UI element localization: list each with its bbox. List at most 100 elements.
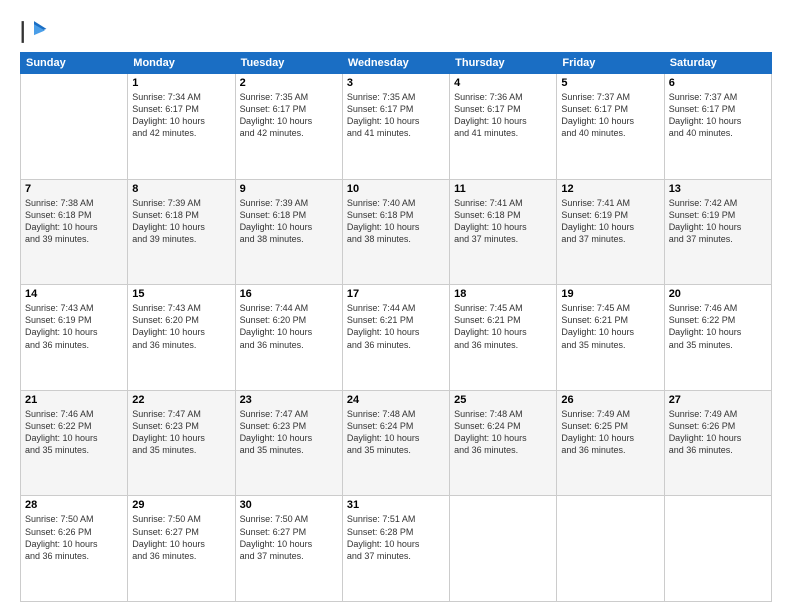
day-number: 25 [454,394,552,406]
day-cell: 22 Sunrise: 7:47 AM Sunset: 6:23 PM Dayli… [128,390,235,496]
day-info: Sunrise: 7:37 AM Sunset: 6:17 PM Dayligh… [561,91,659,140]
day-number: 10 [347,183,445,195]
day-cell: 30 Sunrise: 7:50 AM Sunset: 6:27 PM Dayli… [235,496,342,602]
day-cell: 29 Sunrise: 7:50 AM Sunset: 6:27 PM Dayli… [128,496,235,602]
day-number: 14 [25,288,123,300]
day-number: 17 [347,288,445,300]
day-info: Sunrise: 7:41 AM Sunset: 6:18 PM Dayligh… [454,197,552,246]
logo [20,18,52,46]
day-info: Sunrise: 7:36 AM Sunset: 6:17 PM Dayligh… [454,91,552,140]
day-info: Sunrise: 7:44 AM Sunset: 6:21 PM Dayligh… [347,302,445,351]
day-cell: 25 Sunrise: 7:48 AM Sunset: 6:24 PM Dayli… [450,390,557,496]
day-cell: 2 Sunrise: 7:35 AM Sunset: 6:17 PM Daylig… [235,74,342,180]
day-info: Sunrise: 7:40 AM Sunset: 6:18 PM Dayligh… [347,197,445,246]
day-number: 30 [240,499,338,511]
day-info: Sunrise: 7:44 AM Sunset: 6:20 PM Dayligh… [240,302,338,351]
week-row: 21 Sunrise: 7:46 AM Sunset: 6:22 PM Dayli… [21,390,772,496]
day-info: Sunrise: 7:50 AM Sunset: 6:27 PM Dayligh… [240,513,338,562]
day-cell: 9 Sunrise: 7:39 AM Sunset: 6:18 PM Daylig… [235,179,342,285]
logo-icon [20,18,48,46]
day-cell: 15 Sunrise: 7:43 AM Sunset: 6:20 PM Dayli… [128,285,235,391]
week-row: 14 Sunrise: 7:43 AM Sunset: 6:19 PM Dayli… [21,285,772,391]
week-row: 7 Sunrise: 7:38 AM Sunset: 6:18 PM Daylig… [21,179,772,285]
day-cell: 13 Sunrise: 7:42 AM Sunset: 6:19 PM Dayli… [664,179,771,285]
day-info: Sunrise: 7:49 AM Sunset: 6:26 PM Dayligh… [669,408,767,457]
day-cell [21,74,128,180]
day-number: 21 [25,394,123,406]
day-info: Sunrise: 7:47 AM Sunset: 6:23 PM Dayligh… [240,408,338,457]
day-header: Wednesday [342,53,449,74]
day-info: Sunrise: 7:43 AM Sunset: 6:20 PM Dayligh… [132,302,230,351]
day-info: Sunrise: 7:45 AM Sunset: 6:21 PM Dayligh… [561,302,659,351]
week-row: 1Sunrise: 7:34 AM Sunset: 6:17 PM Daylig… [21,74,772,180]
day-info: Sunrise: 7:51 AM Sunset: 6:28 PM Dayligh… [347,513,445,562]
day-cell [557,496,664,602]
day-number: 5 [561,77,659,89]
day-cell: 3 Sunrise: 7:35 AM Sunset: 6:17 PM Daylig… [342,74,449,180]
day-info: Sunrise: 7:38 AM Sunset: 6:18 PM Dayligh… [25,197,123,246]
day-cell: 7 Sunrise: 7:38 AM Sunset: 6:18 PM Daylig… [21,179,128,285]
day-cell: 31 Sunrise: 7:51 AM Sunset: 6:28 PM Dayli… [342,496,449,602]
day-number: 24 [347,394,445,406]
day-cell: 16Sunrise: 7:44 AM Sunset: 6:20 PM Dayli… [235,285,342,391]
day-info: Sunrise: 7:50 AM Sunset: 6:26 PM Dayligh… [25,513,123,562]
day-number: 29 [132,499,230,511]
day-info: Sunrise: 7:35 AM Sunset: 6:17 PM Dayligh… [240,91,338,140]
day-header: Sunday [21,53,128,74]
day-number: 12 [561,183,659,195]
day-info: Sunrise: 7:48 AM Sunset: 6:24 PM Dayligh… [347,408,445,457]
day-cell: 24 Sunrise: 7:48 AM Sunset: 6:24 PM Dayli… [342,390,449,496]
day-number: 18 [454,288,552,300]
day-number: 20 [669,288,767,300]
day-info: Sunrise: 7:37 AM Sunset: 6:17 PM Dayligh… [669,91,767,140]
day-number: 15 [132,288,230,300]
day-header: Monday [128,53,235,74]
day-cell: 17 Sunrise: 7:44 AM Sunset: 6:21 PM Dayli… [342,285,449,391]
day-number: 4 [454,77,552,89]
day-info: Sunrise: 7:46 AM Sunset: 6:22 PM Dayligh… [669,302,767,351]
day-info: Sunrise: 7:49 AM Sunset: 6:25 PM Dayligh… [561,408,659,457]
day-number: 28 [25,499,123,511]
day-number: 27 [669,394,767,406]
day-info: Sunrise: 7:39 AM Sunset: 6:18 PM Dayligh… [240,197,338,246]
day-cell: 11 Sunrise: 7:41 AM Sunset: 6:18 PM Dayli… [450,179,557,285]
day-number: 3 [347,77,445,89]
day-info: Sunrise: 7:50 AM Sunset: 6:27 PM Dayligh… [132,513,230,562]
day-number: 22 [132,394,230,406]
day-info: Sunrise: 7:41 AM Sunset: 6:19 PM Dayligh… [561,197,659,246]
week-row: 28 Sunrise: 7:50 AM Sunset: 6:26 PM Dayli… [21,496,772,602]
day-cell: 12 Sunrise: 7:41 AM Sunset: 6:19 PM Dayli… [557,179,664,285]
day-info: Sunrise: 7:46 AM Sunset: 6:22 PM Dayligh… [25,408,123,457]
day-header: Tuesday [235,53,342,74]
day-number: 7 [25,183,123,195]
day-info: Sunrise: 7:43 AM Sunset: 6:19 PM Dayligh… [25,302,123,351]
day-cell [450,496,557,602]
day-cell: 19 Sunrise: 7:45 AM Sunset: 6:21 PM Dayli… [557,285,664,391]
day-number: 13 [669,183,767,195]
day-cell: 21 Sunrise: 7:46 AM Sunset: 6:22 PM Dayli… [21,390,128,496]
day-header: Saturday [664,53,771,74]
day-number: 23 [240,394,338,406]
day-number: 31 [347,499,445,511]
day-number: 11 [454,183,552,195]
header [20,18,772,46]
day-info: Sunrise: 7:48 AM Sunset: 6:24 PM Dayligh… [454,408,552,457]
day-cell: 5 Sunrise: 7:37 AM Sunset: 6:17 PM Daylig… [557,74,664,180]
day-cell [664,496,771,602]
day-header: Friday [557,53,664,74]
day-cell: 1Sunrise: 7:34 AM Sunset: 6:17 PM Daylig… [128,74,235,180]
day-cell: 26Sunrise: 7:49 AM Sunset: 6:25 PM Dayli… [557,390,664,496]
day-info: Sunrise: 7:42 AM Sunset: 6:19 PM Dayligh… [669,197,767,246]
day-info: Sunrise: 7:47 AM Sunset: 6:23 PM Dayligh… [132,408,230,457]
day-cell: 8Sunrise: 7:39 AM Sunset: 6:18 PM Daylig… [128,179,235,285]
day-cell: 14 Sunrise: 7:43 AM Sunset: 6:19 PM Dayli… [21,285,128,391]
day-number: 9 [240,183,338,195]
day-number: 19 [561,288,659,300]
day-info: Sunrise: 7:45 AM Sunset: 6:21 PM Dayligh… [454,302,552,351]
day-info: Sunrise: 7:35 AM Sunset: 6:17 PM Dayligh… [347,91,445,140]
header-row: SundayMondayTuesdayWednesdayThursdayFrid… [21,53,772,74]
day-cell: 20 Sunrise: 7:46 AM Sunset: 6:22 PM Dayli… [664,285,771,391]
day-number: 2 [240,77,338,89]
day-info: Sunrise: 7:34 AM Sunset: 6:17 PM Dayligh… [132,91,230,140]
day-cell: 4 Sunrise: 7:36 AM Sunset: 6:17 PM Daylig… [450,74,557,180]
